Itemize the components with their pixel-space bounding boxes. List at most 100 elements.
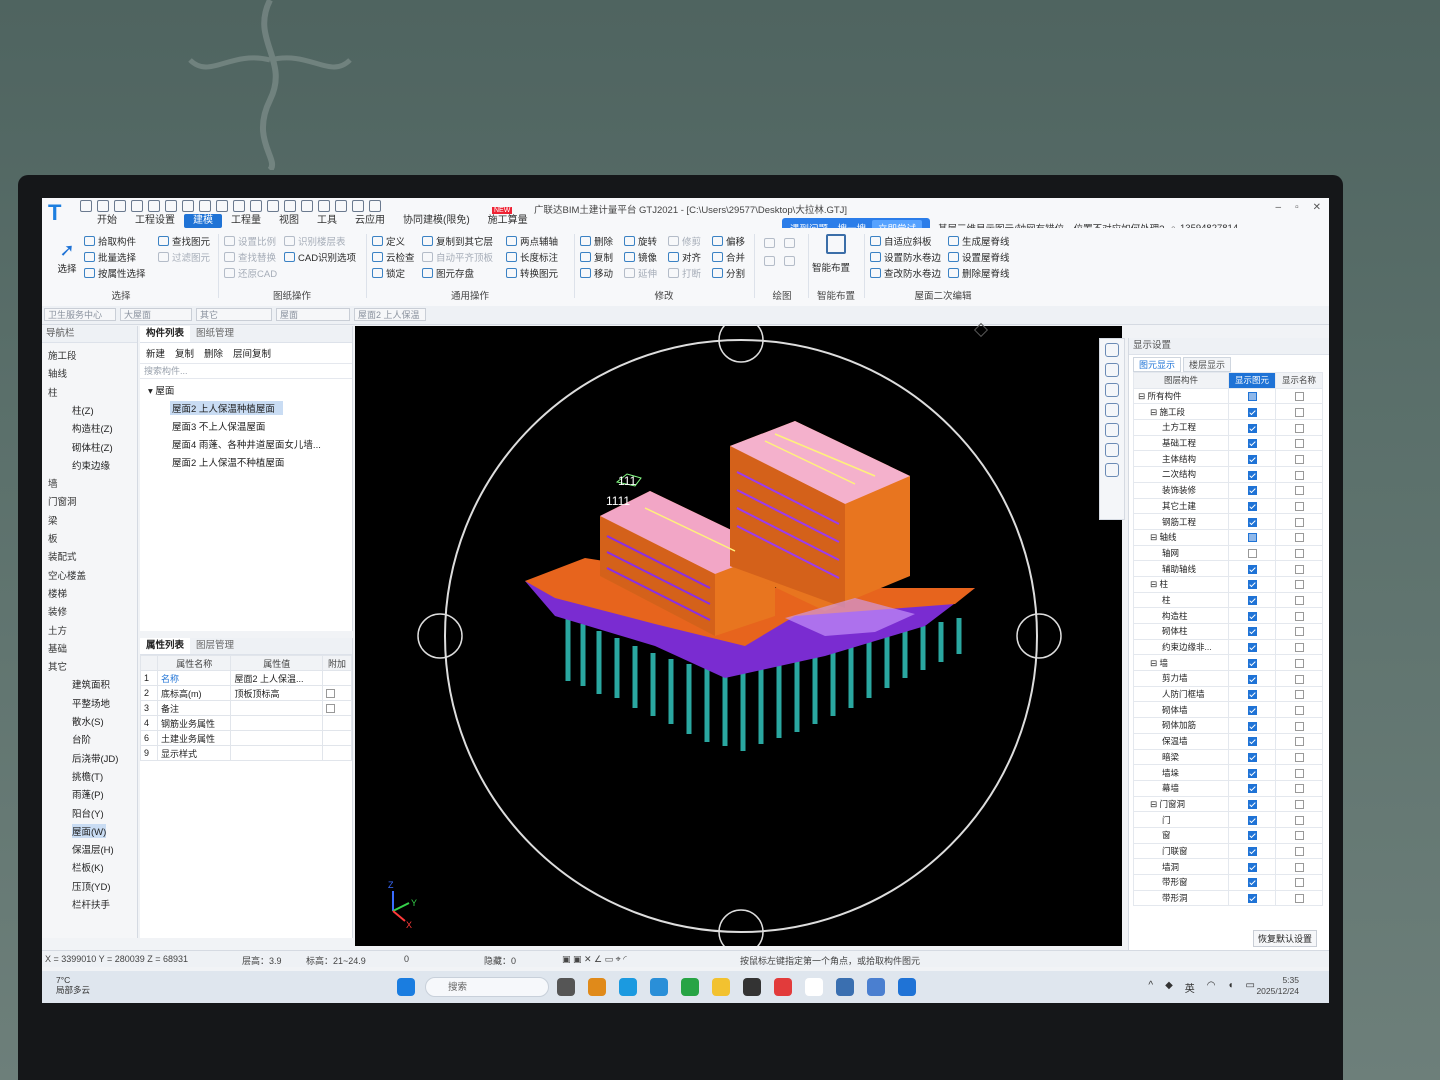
qat-icon[interactable] [250,200,262,212]
show-name-checkbox[interactable] [1275,466,1323,483]
nav-subitem[interactable]: 构造柱(Z) [72,421,113,435]
nav-subitem[interactable]: 平整场地 [72,696,110,710]
menu-cloud[interactable]: 云应用 [346,214,394,228]
layer-icon[interactable] [1105,443,1119,457]
show-element-checkbox[interactable] [1228,434,1276,452]
display-row-label[interactable]: 人防门框墙 [1133,685,1229,703]
show-element-checkbox[interactable] [1228,748,1276,766]
property-value[interactable] [230,700,323,716]
nav-subitem[interactable]: 散水(S) [72,714,104,728]
delete-component-button[interactable]: 删除 [204,346,223,360]
break-button[interactable]: 打断 [668,266,701,280]
nav-category[interactable]: 梁 [48,513,58,527]
property-extra-checkbox[interactable] [322,685,352,701]
display-row-label[interactable]: 砌体加筋 [1133,717,1229,734]
menu-construction[interactable]: 施工算量 [479,214,537,228]
mail-icon[interactable] [681,978,699,996]
display-row-label[interactable]: 二次结构 [1133,466,1229,483]
show-name-checkbox[interactable] [1275,795,1323,813]
nav-subitem[interactable]: 柱(Z) [72,403,94,417]
display-row-label[interactable]: 基础工程 [1133,434,1229,452]
show-name-checkbox[interactable] [1275,638,1323,656]
show-name-checkbox[interactable] [1275,575,1323,593]
show-name-checkbox[interactable] [1275,481,1323,499]
display-row-label[interactable]: ⊟ 门窗洞 [1133,795,1229,813]
display-row-label[interactable]: 保温墙 [1133,732,1229,750]
display-row-label[interactable]: 其它土建 [1133,497,1229,515]
show-name-checkbox[interactable] [1275,764,1323,781]
status-snap-icons[interactable]: ▣ ▣ ✕ ∠ ▭ ⌖ ◜ [562,954,627,965]
cad-icon[interactable] [836,978,854,996]
gtj-app-icon[interactable] [898,978,916,996]
show-element-checkbox[interactable] [1228,764,1276,781]
show-name-checkbox[interactable] [1275,591,1323,609]
show-name-checkbox[interactable] [1275,701,1323,719]
show-element-checkbox[interactable] [1228,403,1276,421]
display-row-label[interactable]: 辅助轴线 [1133,560,1229,577]
nav-subitem[interactable]: 台阶 [72,732,91,746]
display-row-label[interactable]: 带形洞 [1133,889,1229,907]
show-name-checkbox[interactable] [1275,387,1323,405]
qat-icon[interactable] [182,200,194,212]
3d-viewport[interactable]: 111 1111 Z Y X [355,326,1122,946]
select-by-property-button[interactable]: 按属性选择 [84,266,146,280]
delete-button[interactable]: 删除 [580,234,613,248]
display-row-label[interactable]: 砌体墙 [1133,701,1229,719]
property-row[interactable]: 2 底标高(m) 顶板顶标高 [140,685,352,701]
property-value[interactable] [230,730,323,746]
show-name-checkbox[interactable] [1275,779,1323,797]
qat-icon[interactable] [165,200,177,212]
nav-category[interactable]: 轴线 [48,366,67,380]
task-view-icon[interactable] [557,978,575,996]
find-element-button[interactable]: 查找图元 [158,234,210,248]
property-extra-checkbox[interactable] [322,745,352,761]
display-row-label[interactable]: 暗梁 [1133,748,1229,766]
tab-property-list[interactable]: 属性列表 [140,638,191,654]
box-view-icon[interactable] [1105,403,1119,417]
show-element-checkbox[interactable] [1228,623,1276,640]
draw-arc-icon[interactable] [764,256,775,266]
browser-icon[interactable] [650,978,668,996]
show-name-checkbox[interactable] [1275,497,1323,515]
auto-align-slab-button[interactable]: 自动平齐顶板 [422,250,493,264]
nav-category[interactable]: 施工段 [48,348,77,362]
property-value[interactable] [230,715,323,731]
show-element-checkbox[interactable] [1228,889,1276,907]
show-element-checkbox[interactable] [1228,685,1276,703]
view-icon[interactable] [1105,363,1119,377]
minimize-icon[interactable]: – [1276,202,1282,213]
set-waterproof-button[interactable]: 设置防水卷边 [870,250,941,264]
property-value[interactable]: 屋面2 上人保温... [230,670,323,686]
show-element-checkbox[interactable] [1228,497,1276,515]
qq-icon[interactable] [805,978,823,996]
qat-icon[interactable] [233,200,245,212]
property-extra-checkbox[interactable] [322,700,352,716]
qat-icon[interactable] [335,200,347,212]
nav-category[interactable]: 装配式 [48,549,77,563]
nav-category[interactable]: 基础 [48,641,67,655]
nav-category[interactable]: 土方 [48,623,67,637]
input-language[interactable]: 英 [1185,980,1195,995]
show-element-checkbox[interactable] [1228,858,1276,875]
document-icon[interactable] [867,978,885,996]
show-name-checkbox[interactable] [1275,434,1323,452]
tab-element-display[interactable]: 图元显示 [1133,357,1182,372]
show-element-checkbox[interactable] [1228,466,1276,483]
show-name-checkbox[interactable] [1275,654,1323,672]
property-value[interactable] [230,745,323,761]
qat-icon[interactable] [267,200,279,212]
convert-element-button[interactable]: 转换图元 [506,266,558,280]
copy-to-other-floor-button[interactable]: 复制到其它层 [422,234,493,248]
property-row[interactable]: 3 备注 [140,700,352,716]
show-name-checkbox[interactable] [1275,858,1323,875]
show-name-checkbox[interactable] [1275,560,1323,577]
chevron-up-icon[interactable]: ^ [1148,980,1153,995]
menu-collab[interactable]: 协同建模(限免) [394,214,479,228]
component-search-input[interactable]: 搜索构件... [140,364,352,379]
display-row-label[interactable]: 带形窗 [1133,874,1229,891]
restore-defaults-button[interactable]: 恢复默认设置 [1253,930,1318,947]
orbit-handle-bottom[interactable] [718,909,764,946]
menu-start[interactable]: 开始 [88,214,126,228]
nav-category[interactable]: 空心楼盖 [48,568,86,582]
show-element-checkbox[interactable] [1228,732,1276,750]
